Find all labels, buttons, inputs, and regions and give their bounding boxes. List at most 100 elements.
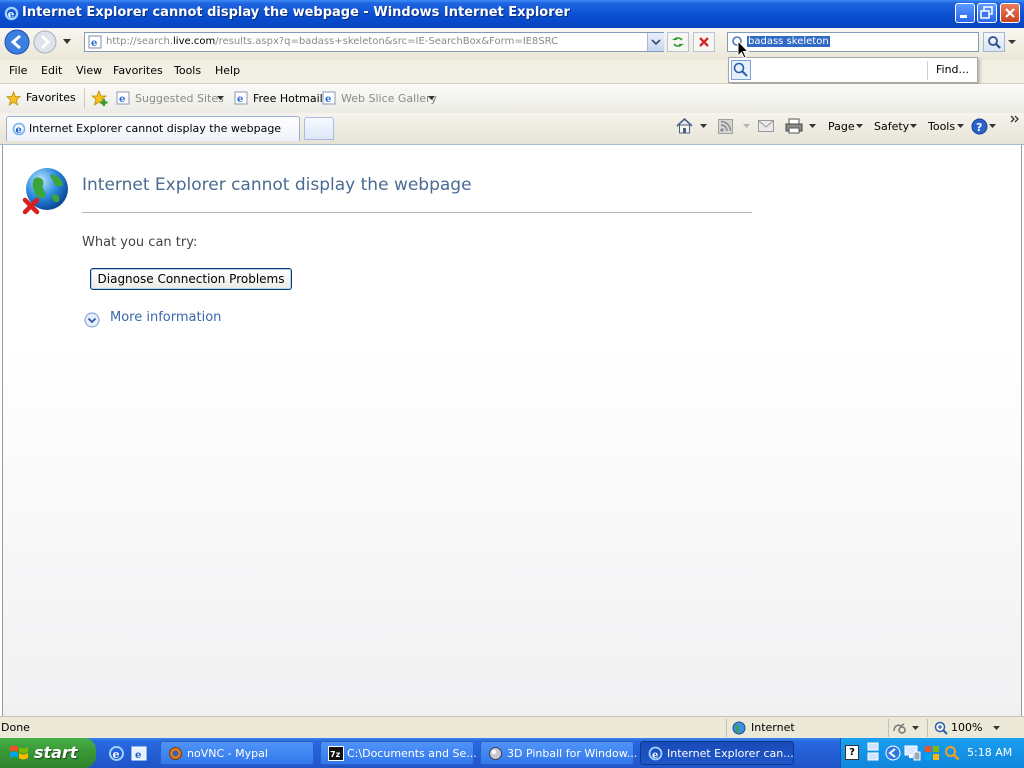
svg-text:e: e: [237, 94, 243, 105]
tab-ie-icon: e: [12, 122, 26, 136]
search-tray-icon[interactable]: [944, 745, 960, 761]
suggested-sites-link[interactable]: Suggested Sites: [135, 92, 224, 105]
quicklaunch-ie-icon[interactable]: e: [108, 745, 125, 762]
print-options-chevron-down-icon[interactable]: [809, 124, 816, 129]
forward-button[interactable]: [33, 30, 57, 54]
svg-text:e: e: [325, 94, 331, 105]
menu-view[interactable]: View: [76, 64, 102, 77]
search-suggestions-dropdown: Find...: [728, 57, 978, 83]
menu-favorites[interactable]: Favorites: [113, 64, 163, 77]
menu-help[interactable]: Help: [215, 64, 240, 77]
read-mail-icon[interactable]: [758, 120, 774, 132]
favorites-star-icon: [6, 91, 21, 106]
title-bar[interactable]: e Internet Explorer cannot display the w…: [0, 0, 1024, 28]
expand-chevron-down-icon[interactable]: [84, 312, 100, 328]
start-button[interactable]: start: [0, 738, 96, 768]
search-suggestion-icon[interactable]: [731, 60, 751, 80]
favorites-bar: Favorites e Suggested Sites e Free Hotma…: [0, 84, 1024, 113]
more-information-link[interactable]: More information: [110, 310, 221, 325]
quicklaunch-ie-icon[interactable]: e: [131, 745, 148, 762]
url-domain: live.com: [173, 36, 216, 47]
help-chevron-down-icon[interactable]: [989, 124, 996, 129]
feeds-icon[interactable]: [718, 119, 733, 134]
menu-edit[interactable]: Edit: [41, 64, 62, 77]
svg-text:e: e: [16, 125, 22, 136]
start-label: start: [34, 743, 78, 762]
web-slice-gallery-ie-icon: e: [322, 91, 336, 105]
recent-pages-chevron-down-icon[interactable]: [62, 38, 72, 46]
search-icon: [987, 35, 1001, 49]
suggested-sites-chevron-down-icon[interactable]: [217, 96, 224, 101]
svg-text:?: ?: [976, 121, 982, 134]
address-dropdown-chevron-down-icon[interactable]: [647, 33, 664, 51]
address-url[interactable]: http://search.live.com/results.aspx?q=ba…: [106, 36, 558, 47]
favbar-divider: [84, 88, 85, 109]
page-menu[interactable]: Page: [828, 120, 855, 133]
back-arrow-tray-icon[interactable]: [885, 745, 901, 761]
page-icon: e: [88, 35, 102, 49]
svg-text:7z: 7z: [330, 750, 341, 759]
refresh-button[interactable]: [667, 32, 689, 52]
stop-button[interactable]: [693, 32, 715, 52]
zoom-level[interactable]: 100%: [951, 721, 982, 734]
taskbar-item-documents[interactable]: 7z C:\Documents and Se...: [320, 741, 477, 765]
back-button[interactable]: [4, 29, 30, 55]
zoom-chevron-down-icon[interactable]: [993, 726, 1000, 731]
globe-error-icon: [21, 166, 71, 216]
status-text: Done: [1, 721, 30, 734]
tools-menu[interactable]: Tools: [928, 120, 955, 133]
search-box[interactable]: badass skeleton: [727, 32, 979, 52]
tools-menu-chevron-down-icon[interactable]: [957, 124, 964, 129]
find-on-page-option[interactable]: Find...: [936, 63, 969, 76]
ie-app-icon: e: [648, 746, 663, 761]
help-tray-icon[interactable]: ?: [845, 745, 859, 760]
more-commands-chevron-right-icon[interactable]: [1010, 114, 1020, 124]
network-tray-icon[interactable]: [866, 742, 880, 762]
search-options-chevron-down-icon[interactable]: [1006, 32, 1018, 52]
search-input[interactable]: badass skeleton: [747, 36, 830, 47]
pinball-app-icon: [488, 746, 503, 761]
free-hotmail-ie-icon: e: [234, 91, 248, 105]
free-hotmail-link[interactable]: Free Hotmail: [253, 92, 323, 105]
close-window-button[interactable]: [1000, 3, 1020, 23]
zoom-icon[interactable]: [934, 721, 948, 735]
minimize-button[interactable]: [955, 3, 975, 23]
security-alert-tray-icon[interactable]: [924, 745, 940, 761]
restore-button[interactable]: [977, 3, 997, 23]
page-menu-chevron-down-icon[interactable]: [856, 124, 863, 129]
ie-logo-icon: e: [4, 6, 19, 21]
web-slice-gallery-link[interactable]: Web Slice Gallery: [341, 92, 437, 105]
taskbar-item-label: 3D Pinball for Window...: [507, 747, 638, 760]
safety-menu[interactable]: Safety: [874, 120, 909, 133]
svg-text:e: e: [113, 748, 120, 761]
security-zone-label[interactable]: Internet: [751, 721, 795, 734]
taskbar-item-internet-explorer[interactable]: e Internet Explorer can...: [640, 741, 794, 765]
page-content: [2, 145, 1022, 716]
menu-tools[interactable]: Tools: [174, 64, 201, 77]
add-to-favorites-icon[interactable]: [91, 90, 109, 107]
monitor-tray-icon[interactable]: [904, 745, 921, 761]
safety-menu-chevron-down-icon[interactable]: [910, 124, 917, 129]
address-bar[interactable]: e http://search.live.com/results.aspx?q=…: [84, 32, 664, 52]
page-title: Internet Explorer cannot display the web…: [82, 175, 472, 195]
protected-mode-icon[interactable]: [892, 721, 908, 735]
status-divider: [726, 719, 727, 737]
taskbar-clock[interactable]: 5:18 AM: [967, 746, 1012, 759]
new-tab-button[interactable]: [304, 117, 334, 140]
print-icon[interactable]: [785, 118, 803, 134]
taskbar-item-pinball[interactable]: 3D Pinball for Window...: [480, 741, 638, 765]
favorites-button[interactable]: Favorites: [26, 91, 76, 104]
menu-file[interactable]: File: [9, 64, 27, 77]
protected-mode-chevron-down-icon[interactable]: [912, 726, 919, 731]
home-options-chevron-down-icon[interactable]: [700, 124, 707, 129]
heading-divider: [82, 212, 752, 213]
diagnose-connection-problems-button[interactable]: Diagnose Connection Problems: [90, 268, 292, 290]
internet-zone-globe-icon: [732, 721, 746, 735]
search-button[interactable]: [983, 32, 1005, 52]
web-slice-gallery-chevron-down-icon[interactable]: [428, 96, 435, 101]
help-icon[interactable]: ?: [971, 118, 988, 135]
tab-active[interactable]: e Internet Explorer cannot display the w…: [6, 116, 300, 141]
taskbar-item-novnc[interactable]: noVNC - Mypal: [160, 741, 314, 765]
fox-app-icon: [168, 746, 183, 761]
home-icon[interactable]: [676, 118, 693, 134]
